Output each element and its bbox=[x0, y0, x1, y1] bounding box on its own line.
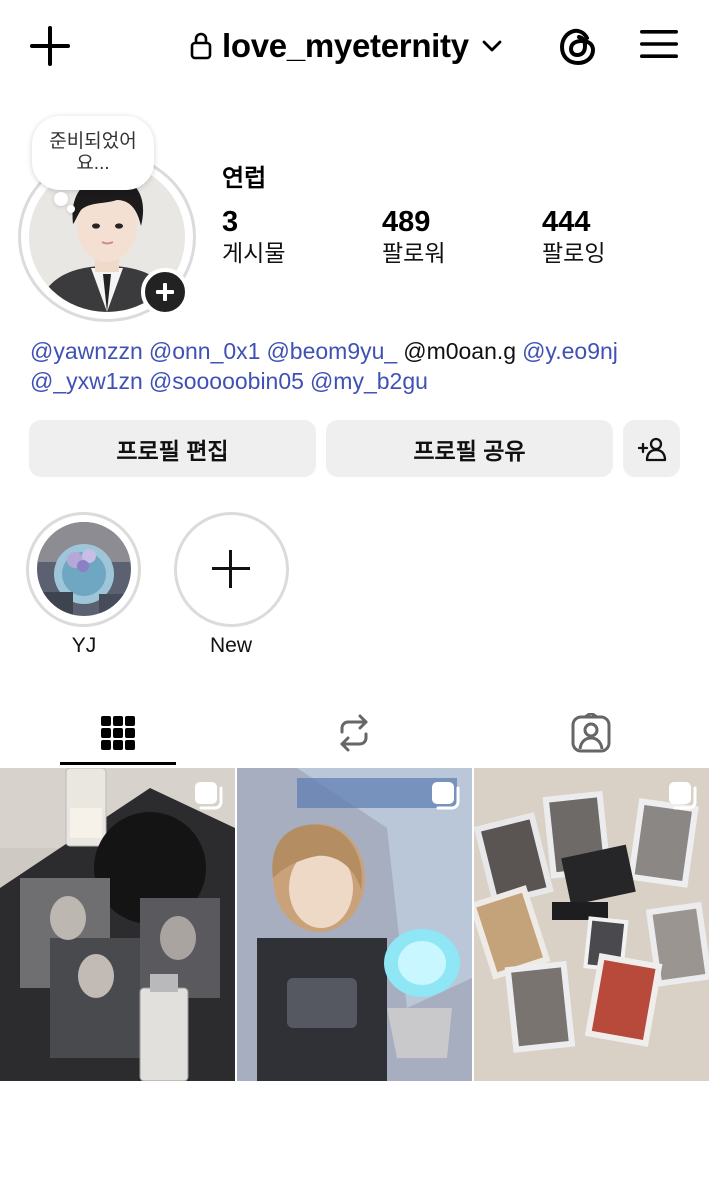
bio-mention-link[interactable]: @y.eo9nj bbox=[522, 338, 618, 364]
highlight-yj[interactable] bbox=[37, 522, 131, 616]
discover-people-button[interactable] bbox=[623, 420, 680, 477]
stat-label: 팔로워 bbox=[382, 240, 446, 266]
note-bubble[interactable]: 준비되었어요... bbox=[32, 116, 154, 190]
username: love_myeternity bbox=[222, 27, 469, 64]
multiple-posts-icon bbox=[669, 782, 697, 810]
note-bubble-tail bbox=[54, 192, 68, 206]
tagged-person-icon bbox=[571, 713, 611, 753]
highlight-label: YJ bbox=[71, 634, 97, 657]
tab-reposts[interactable] bbox=[236, 700, 472, 766]
active-tab-indicator bbox=[60, 762, 176, 765]
menu-icon[interactable] bbox=[640, 28, 678, 60]
stat-label: 팔로잉 bbox=[542, 240, 606, 266]
bio-mention-link[interactable]: @yawnzzn bbox=[30, 338, 143, 364]
stat-followers[interactable]: 489 팔로워 bbox=[382, 205, 445, 267]
tab-posts-grid[interactable] bbox=[0, 700, 236, 766]
post-thumbnail[interactable] bbox=[237, 768, 472, 1081]
note-text: 준비되었어요... bbox=[49, 131, 137, 174]
grid-icon bbox=[101, 716, 135, 750]
tab-tagged[interactable] bbox=[473, 700, 709, 766]
edit-profile-button[interactable]: 프로필 편집 bbox=[29, 420, 316, 477]
bio: @yawnzzn @onn_0x1 @beom9yu_ @m0oan.g @y.eo9n… bbox=[30, 336, 700, 396]
stat-following[interactable]: 444 팔로잉 bbox=[542, 205, 605, 267]
stat-value: 444 bbox=[542, 206, 591, 238]
profile-tabs bbox=[0, 700, 709, 766]
stat-value: 3 bbox=[222, 206, 239, 238]
top-bar: love_myeternity bbox=[0, 0, 709, 92]
post-thumbnail[interactable] bbox=[0, 768, 235, 1081]
bio-mention-link[interactable]: @my_b2gu bbox=[310, 368, 428, 394]
bio-mention-link[interactable]: @beom9yu_ bbox=[266, 338, 397, 364]
person-add-icon bbox=[637, 437, 666, 461]
post-thumbnail[interactable] bbox=[474, 768, 709, 1081]
repost-icon bbox=[340, 714, 368, 752]
threads-icon[interactable] bbox=[557, 24, 599, 68]
lock-icon bbox=[190, 32, 212, 60]
note-bubble-tail-small bbox=[67, 205, 75, 213]
account-switcher[interactable]: love_myeternity bbox=[190, 24, 503, 68]
bio-mention-link[interactable]: @onn_0x1 bbox=[149, 338, 261, 364]
bio-mention-link[interactable]: @sooooobin05 bbox=[149, 368, 304, 394]
stat-label: 게시물 bbox=[222, 240, 286, 266]
bio-mention-link[interactable]: @_yxw1zn bbox=[30, 368, 143, 394]
stat-posts[interactable]: 3 게시물 bbox=[222, 205, 285, 267]
share-profile-button[interactable]: 프로필 공유 bbox=[326, 420, 613, 477]
posts-grid bbox=[0, 768, 709, 1081]
chevron-down-icon bbox=[482, 40, 502, 52]
add-story-icon[interactable] bbox=[141, 268, 189, 316]
multiple-posts-icon bbox=[195, 782, 223, 810]
highlight-label: New bbox=[209, 634, 252, 657]
multiple-posts-icon bbox=[432, 782, 460, 810]
stat-value: 489 bbox=[382, 206, 431, 238]
create-plus-icon[interactable] bbox=[30, 26, 70, 66]
plus-icon bbox=[212, 550, 250, 588]
bio-mention-text: @m0oan.g bbox=[403, 338, 517, 364]
display-name: 연럽 bbox=[222, 165, 267, 192]
